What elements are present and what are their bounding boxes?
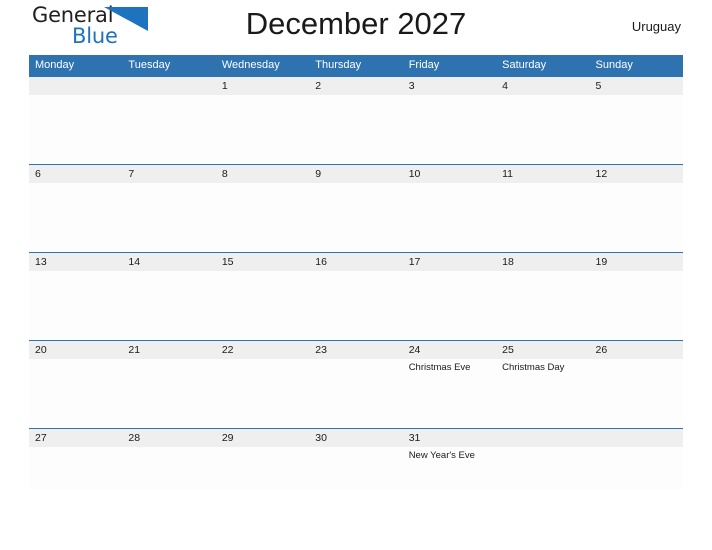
event-label-new-years-eve: New Year's Eve xyxy=(408,450,475,461)
date-cell[interactable]: 8 xyxy=(215,164,310,183)
date-cell[interactable]: 2 xyxy=(309,76,403,95)
date-cell[interactable]: 31 xyxy=(402,428,497,447)
date-cell[interactable]: 28 xyxy=(122,428,216,447)
event-cell[interactable] xyxy=(402,271,497,341)
date-cell[interactable]: 6 xyxy=(29,164,123,183)
day-header-monday: Monday xyxy=(29,55,123,77)
date-cell[interactable]: 27 xyxy=(29,428,123,447)
event-cell[interactable]: Christmas Day xyxy=(496,359,590,429)
date-cell[interactable]: 19 xyxy=(589,252,683,271)
date-cell[interactable]: 12 xyxy=(589,164,683,183)
week-event-row xyxy=(29,183,683,253)
date-cell[interactable]: 29 xyxy=(215,428,310,447)
page-header: General Blue December 2027 Uruguay xyxy=(29,0,683,55)
day-header-sunday: Sunday xyxy=(589,55,683,77)
date-cell[interactable]: 1 xyxy=(215,76,310,95)
event-cell[interactable] xyxy=(29,271,123,341)
date-cell[interactable]: 14 xyxy=(122,252,216,271)
event-cell[interactable] xyxy=(309,271,403,341)
event-cell[interactable] xyxy=(589,271,683,341)
event-cell[interactable] xyxy=(29,183,123,253)
date-cell[interactable]: 20 xyxy=(29,340,123,359)
day-header-wednesday: Wednesday xyxy=(215,55,310,77)
week-event-row: Christmas Eve Christmas Day xyxy=(29,359,683,429)
week-date-row: 6 7 8 9 10 11 12 xyxy=(29,164,683,183)
event-cell[interactable] xyxy=(309,183,403,253)
date-cell[interactable] xyxy=(29,76,123,95)
date-cell[interactable]: 13 xyxy=(29,252,123,271)
date-cell[interactable]: 10 xyxy=(402,164,497,183)
date-cell[interactable]: 5 xyxy=(589,76,683,95)
event-label-christmas-eve: Christmas Eve xyxy=(408,362,471,373)
date-cell[interactable]: 26 xyxy=(589,340,683,359)
event-cell[interactable] xyxy=(496,183,590,253)
date-cell[interactable]: 25 xyxy=(496,340,590,359)
week-event-row xyxy=(29,271,683,341)
event-cell[interactable] xyxy=(496,271,590,341)
event-cell[interactable] xyxy=(29,447,123,490)
region-label: Uruguay xyxy=(631,19,681,34)
event-cell[interactable] xyxy=(215,447,310,490)
event-cell[interactable] xyxy=(122,95,216,165)
event-cell[interactable] xyxy=(215,95,310,165)
event-cell[interactable] xyxy=(589,447,683,490)
event-cell[interactable] xyxy=(215,271,310,341)
event-cell[interactable] xyxy=(122,183,216,253)
event-cell[interactable] xyxy=(589,359,683,429)
event-cell[interactable] xyxy=(402,183,497,253)
date-cell[interactable]: 4 xyxy=(496,76,590,95)
event-cell[interactable] xyxy=(589,95,683,165)
date-cell[interactable]: 11 xyxy=(496,164,590,183)
date-cell[interactable] xyxy=(589,428,683,447)
event-cell[interactable] xyxy=(496,95,590,165)
date-cell[interactable]: 16 xyxy=(309,252,403,271)
date-cell[interactable]: 24 xyxy=(402,340,497,359)
week-event-row xyxy=(29,95,683,165)
event-cell[interactable] xyxy=(215,359,310,429)
event-cell[interactable]: New Year's Eve xyxy=(402,447,497,490)
date-cell[interactable]: 9 xyxy=(309,164,403,183)
day-header-thursday: Thursday xyxy=(309,55,403,77)
event-cell[interactable] xyxy=(122,447,216,490)
date-cell[interactable]: 21 xyxy=(122,340,216,359)
date-cell[interactable]: 22 xyxy=(215,340,310,359)
event-cell[interactable] xyxy=(589,183,683,253)
week-date-row: 27 28 29 30 31 xyxy=(29,428,683,447)
date-cell[interactable] xyxy=(122,76,216,95)
event-cell[interactable] xyxy=(496,447,590,490)
week-event-row: New Year's Eve xyxy=(29,447,683,490)
calendar-grid: Monday Tuesday Wednesday Thursday Friday… xyxy=(29,55,683,490)
day-header-tuesday: Tuesday xyxy=(122,55,216,77)
day-header-friday: Friday xyxy=(402,55,497,77)
day-of-week-header-row: Monday Tuesday Wednesday Thursday Friday… xyxy=(29,55,683,77)
week-date-row: 13 14 15 16 17 18 19 xyxy=(29,252,683,271)
date-cell[interactable]: 15 xyxy=(215,252,310,271)
event-cell[interactable] xyxy=(402,95,497,165)
event-label-christmas-day: Christmas Day xyxy=(502,362,565,373)
date-cell[interactable]: 3 xyxy=(402,76,497,95)
date-cell[interactable]: 18 xyxy=(496,252,590,271)
event-cell[interactable] xyxy=(29,359,123,429)
event-cell[interactable]: Christmas Eve xyxy=(402,359,497,429)
week-date-row: 20 21 22 23 24 25 26 xyxy=(29,340,683,359)
day-header-saturday: Saturday xyxy=(496,55,590,77)
date-cell[interactable]: 23 xyxy=(309,340,403,359)
event-cell[interactable] xyxy=(122,271,216,341)
week-date-row: 1 2 3 4 5 xyxy=(29,76,683,95)
event-cell[interactable] xyxy=(29,95,123,165)
date-cell[interactable]: 30 xyxy=(309,428,403,447)
page-title: December 2027 xyxy=(245,6,467,41)
date-cell[interactable] xyxy=(496,428,590,447)
event-cell[interactable] xyxy=(122,359,216,429)
event-cell[interactable] xyxy=(309,95,403,165)
event-cell[interactable] xyxy=(215,183,310,253)
event-cell[interactable] xyxy=(309,359,403,429)
event-cell[interactable] xyxy=(309,447,403,490)
date-cell[interactable]: 17 xyxy=(402,252,497,271)
date-cell[interactable]: 7 xyxy=(122,164,216,183)
